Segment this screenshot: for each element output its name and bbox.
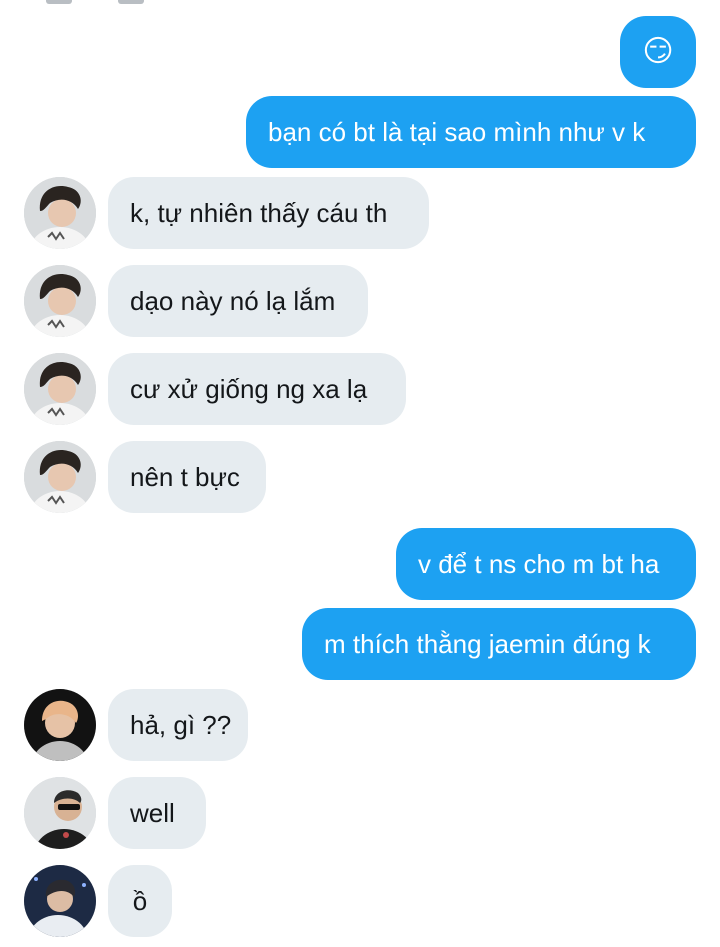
contact-avatar-icon[interactable] [24, 441, 96, 513]
message-text: well [130, 798, 175, 828]
message-text: ồ [132, 886, 148, 916]
message-bubble-received[interactable]: ồ [108, 865, 172, 937]
contact-avatar-icon[interactable] [24, 177, 96, 249]
message-bubble-received[interactable]: well [108, 777, 206, 849]
contact-avatar-icon[interactable] [24, 777, 96, 849]
contact-avatar-icon[interactable] [24, 865, 96, 937]
scrolled-off-fragment [46, 0, 72, 4]
message-bubble-received[interactable]: k, tự nhiên thấy cáu th [108, 177, 429, 249]
contact-avatar-icon[interactable] [24, 353, 96, 425]
message-text: nên t bực [130, 462, 240, 492]
message-bubble-sent[interactable]: 😏 [620, 16, 696, 88]
contact-avatar-icon[interactable] [24, 689, 96, 761]
message-text: dạo này nó lạ lắm [130, 286, 336, 316]
message-bubble-sent[interactable]: m thích thằng jaemin đúng k [302, 608, 696, 680]
scrolled-off-fragment [118, 0, 144, 4]
message-bubble-sent[interactable]: v để t ns cho m bt ha [396, 528, 696, 600]
message-bubble-received[interactable]: cư xử giống ng xa lạ [108, 353, 406, 425]
message-bubble-received[interactable]: nên t bực [108, 441, 266, 513]
message-text: 😏 [642, 35, 674, 68]
message-bubble-sent[interactable]: bạn có bt là tại sao mình như v k [246, 96, 696, 168]
message-text: cư xử giống ng xa lạ [130, 374, 368, 404]
message-text: m thích thằng jaemin đúng k [324, 629, 651, 659]
message-text: bạn có bt là tại sao mình như v k [268, 117, 646, 147]
message-text: hả, gì ?? [130, 710, 232, 740]
message-bubble-received[interactable]: hả, gì ?? [108, 689, 248, 761]
message-bubble-received[interactable]: dạo này nó lạ lắm [108, 265, 368, 337]
contact-avatar-icon[interactable] [24, 265, 96, 337]
message-text: v để t ns cho m bt ha [418, 549, 660, 579]
message-text: k, tự nhiên thấy cáu th [130, 198, 388, 228]
